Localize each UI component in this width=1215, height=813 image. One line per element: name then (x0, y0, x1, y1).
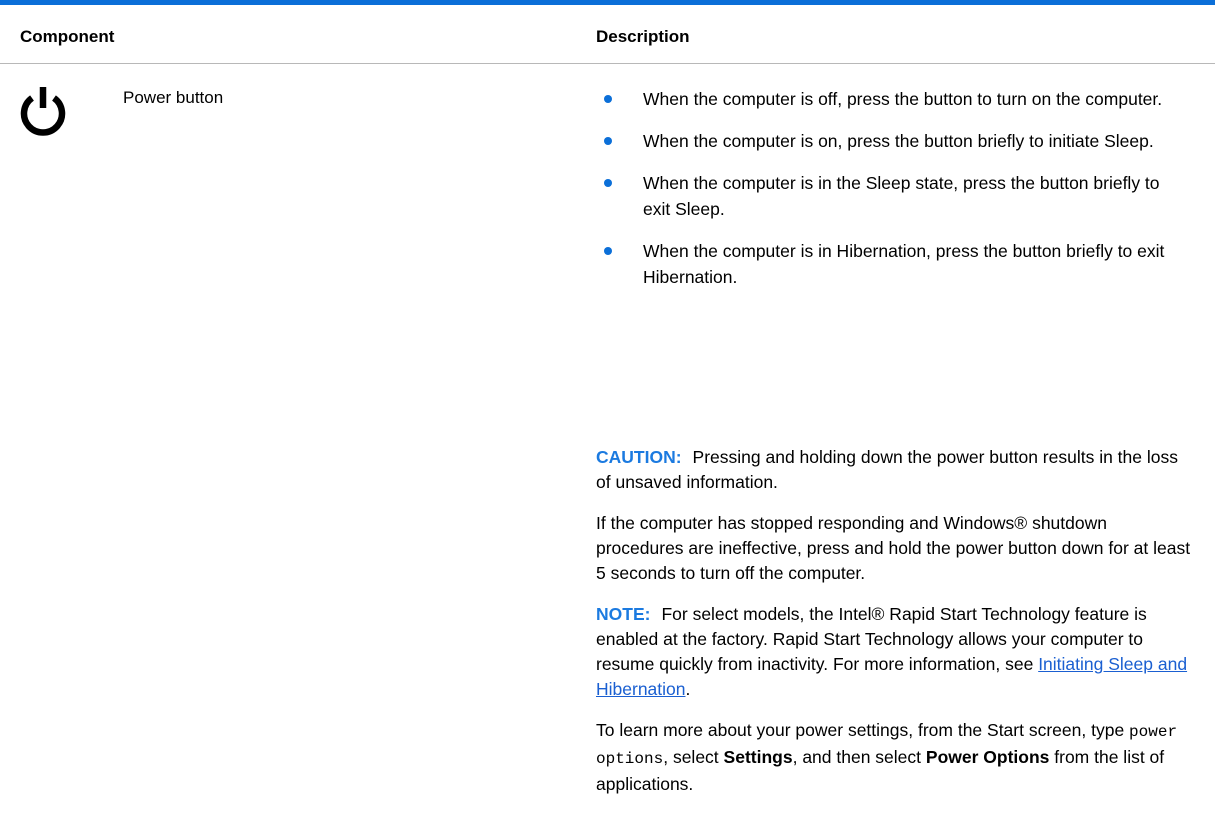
learn-text-3: , and then select (792, 747, 922, 767)
bullet-icon (604, 95, 612, 103)
description-bullet-list: When the computer is off, press the butt… (596, 86, 1190, 306)
list-item: When the computer is off, press the butt… (596, 86, 1190, 112)
settings-bold: Settings (723, 747, 793, 767)
description-paragraphs: CAUTION: Pressing and holding down the po… (596, 445, 1196, 813)
learn-text-1: To learn more about your power settings,… (596, 720, 1125, 740)
note-label: NOTE: (596, 604, 651, 624)
power-options-bold: Power Options (925, 747, 1050, 767)
stopped-responding-paragraph: If the computer has stopped responding a… (596, 513, 1191, 583)
bullet-text: When the computer is in Hibernation, pre… (643, 241, 1165, 287)
list-item: When the computer is in the Sleep state,… (596, 170, 1190, 222)
power-icon (20, 87, 66, 136)
list-item: When the computer is in Hibernation, pre… (596, 238, 1190, 290)
component-name: Power button (123, 88, 224, 107)
caution-paragraph: CAUTION: Pressing and holding down the po… (596, 445, 1196, 495)
caution-text: Pressing and holding down the power butt… (596, 447, 1178, 492)
bullet-text: When the computer is in the Sleep state,… (643, 173, 1160, 219)
caution-label: CAUTION: (596, 447, 682, 467)
bullet-icon (604, 179, 612, 187)
note-end: . (685, 679, 691, 699)
power-settings-paragraph: To learn more about your power settings,… (596, 718, 1196, 797)
header-description: Description (596, 27, 690, 46)
list-item: When the computer is on, press the butto… (596, 128, 1190, 154)
header-component: Component (20, 27, 115, 46)
table-header: Component Description (0, 5, 1215, 64)
learn-text-2: , select (663, 747, 719, 767)
note-paragraph: NOTE: For select models, the Intel® Rapid… (596, 602, 1196, 702)
bullet-text: When the computer is off, press the butt… (643, 89, 1163, 109)
bullet-icon (604, 247, 612, 255)
bullet-text: When the computer is on, press the butto… (643, 131, 1154, 151)
bullet-icon (604, 137, 612, 145)
